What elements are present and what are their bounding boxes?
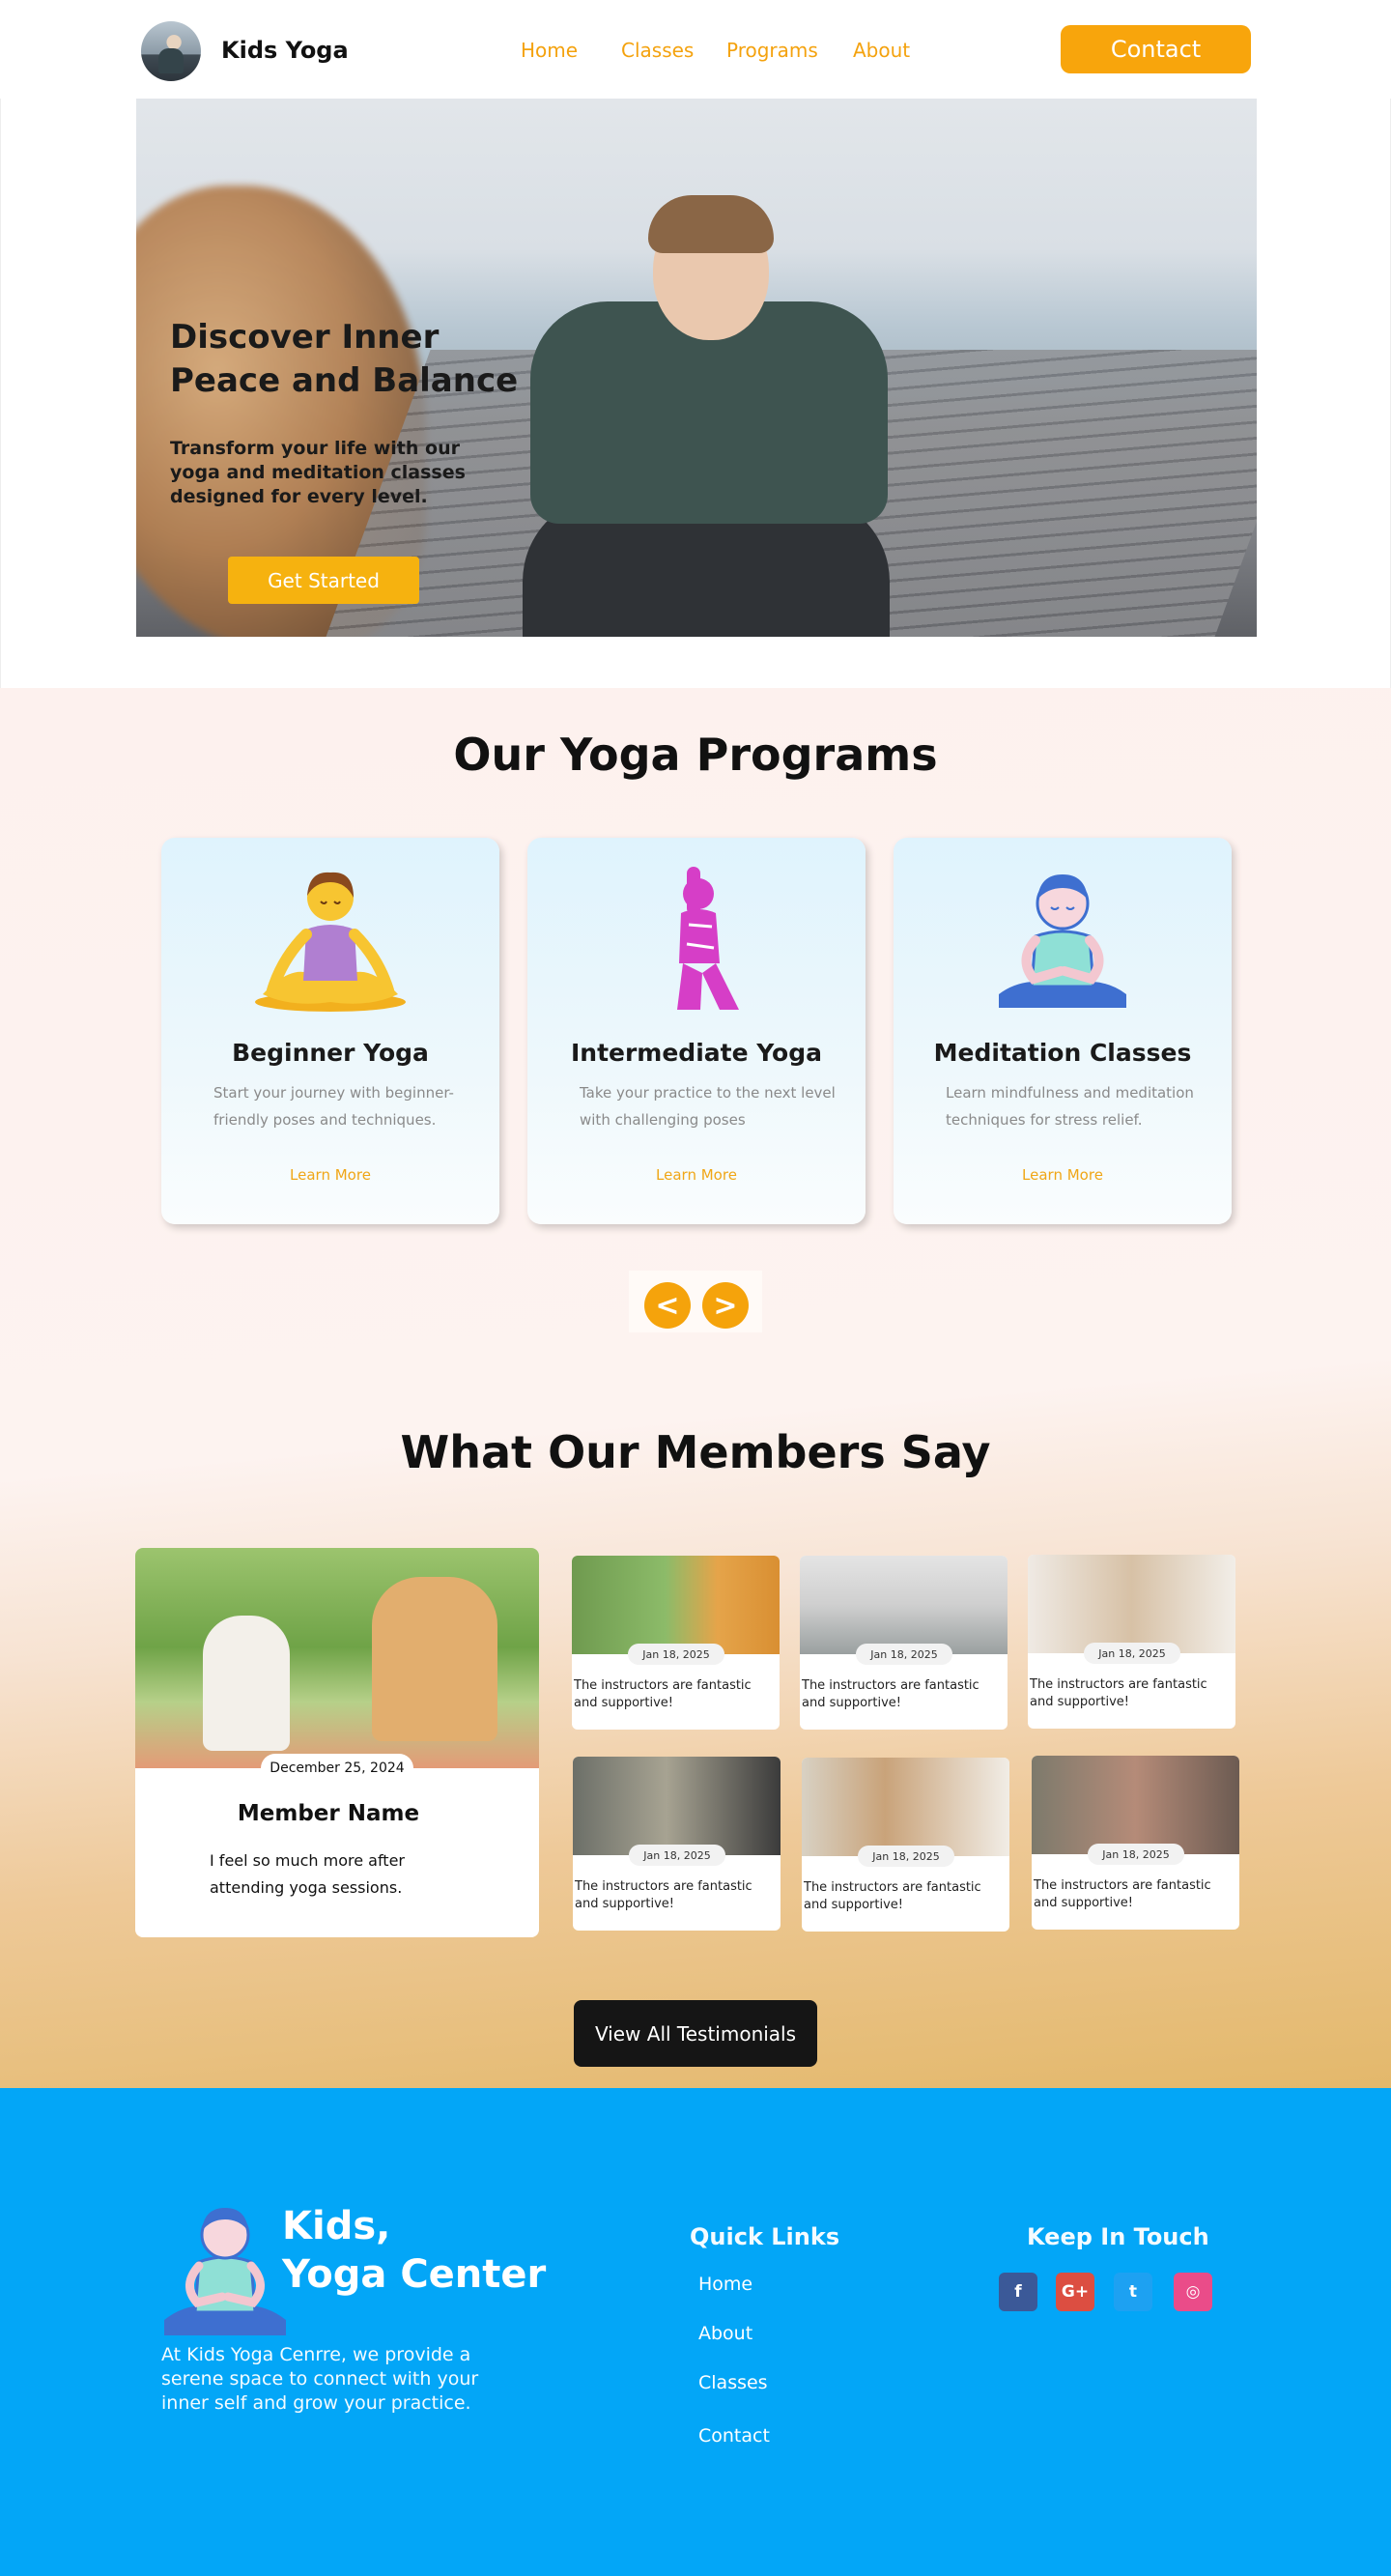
hero-title: Discover Inner Peace and Balance [170, 318, 519, 400]
program-title: Meditation Classes [933, 1039, 1192, 1067]
program-card-beginner: Beginner Yoga Start your journey with be… [161, 838, 499, 1224]
featured-testimonial: December 25, 2024 Member Name I feel so … [135, 1548, 539, 1937]
testimonial-text: The instructors are fantastic and suppor… [804, 1880, 981, 1912]
testimonial-text: The instructors are fantastic and suppor… [1034, 1878, 1211, 1910]
testimonial-text: The instructors are fantastic and suppor… [574, 1678, 752, 1710]
testimonial-card: Jan 18, 2025 The instructors are fantast… [1032, 1756, 1239, 1930]
quick-links-title: Quick Links [690, 2223, 840, 2250]
testimonial-photo [573, 1757, 781, 1855]
testimonial-photo [1032, 1756, 1239, 1854]
testimonial-card: Jan 18, 2025 The instructors are fantast… [802, 1758, 1009, 1932]
google-plus-icon[interactable]: G+ [1056, 2273, 1094, 2311]
get-started-button[interactable]: Get Started [228, 557, 419, 604]
site-header: Kids Yoga Home Classes Programs About Co… [0, 0, 1391, 99]
meditating-person-icon [164, 2208, 286, 2335]
facebook-icon[interactable]: f [999, 2273, 1037, 2311]
program-title: Intermediate Yoga [570, 1039, 823, 1067]
yoga-pose-icon [677, 867, 739, 1010]
testimonial-date: Jan 18, 2025 [858, 1846, 954, 1867]
testimonial-date: Jan 18, 2025 [856, 1644, 952, 1665]
nav-home[interactable]: Home [521, 39, 578, 62]
testimonial-photo [135, 1548, 539, 1768]
testimonial-text: The instructors are fantastic and suppor… [575, 1879, 752, 1911]
testimonial-date: Jan 18, 2025 [629, 1845, 725, 1866]
testimonial-quote: I feel so much more after attending yoga… [210, 1851, 405, 1897]
site-footer: Kids, Yoga Center At Kids Yoga Cenrre, w… [0, 2088, 1391, 2576]
testimonial-card: Jan 18, 2025 The instructors are fantast… [1028, 1555, 1235, 1729]
program-card-meditation: Meditation Classes Learn mindfulness and… [894, 838, 1232, 1224]
view-all-testimonials-button[interactable]: View All Testimonials [574, 2000, 817, 2067]
carousel-controls: < > [629, 1271, 762, 1332]
brand-name[interactable]: Kids Yoga [221, 37, 349, 64]
dribbble-icon[interactable]: ◎ [1174, 2273, 1212, 2311]
program-description: Start your journey with beginner-friendl… [213, 1084, 454, 1129]
testimonial-date: December 25, 2024 [261, 1754, 413, 1783]
testimonial-date: Jan 18, 2025 [1088, 1844, 1184, 1865]
testimonial-text: The instructors are fantastic and suppor… [802, 1678, 979, 1710]
meditating-woman-icon [255, 872, 406, 1012]
footer-about: At Kids Yoga Cenrre, we provide a serene… [161, 2344, 479, 2414]
program-card-intermediate: Intermediate Yoga Take your practice to … [527, 838, 866, 1224]
footer-brand: Kids, Yoga Center [282, 2202, 546, 2299]
testimonial-photo [802, 1758, 1009, 1856]
footer-brand-line1: Kids, [282, 2204, 391, 2248]
learn-more-link[interactable]: Learn More [894, 1166, 1232, 1184]
testimonial-text: The instructors are fantastic and suppor… [1030, 1677, 1207, 1709]
keep-in-touch-title: Keep In Touch [1027, 2223, 1209, 2250]
meditating-person-icon [999, 874, 1126, 1008]
learn-more-link[interactable]: Learn More [527, 1166, 866, 1184]
testimonial-photo [1028, 1555, 1235, 1653]
program-title: Beginner Yoga [232, 1039, 429, 1067]
hero-subtitle: Transform your life with our yoga and me… [170, 438, 466, 507]
testimonial-date: Jan 18, 2025 [628, 1644, 724, 1665]
footer-link-home[interactable]: Home [698, 2274, 752, 2295]
twitter-icon[interactable]: t [1114, 2273, 1152, 2311]
programs-title: Our Yoga Programs [453, 729, 938, 781]
testimonial-card: Jan 18, 2025 The instructors are fantast… [572, 1556, 780, 1730]
testimonial-photo [572, 1556, 780, 1654]
nav-classes[interactable]: Classes [621, 39, 694, 62]
member-name: Member Name [237, 1801, 420, 1826]
footer-link-about[interactable]: About [698, 2323, 752, 2344]
content-area: Our Yoga Programs Beginner Yoga Start yo… [0, 688, 1391, 2088]
program-description: Learn mindfulness and meditation techniq… [946, 1084, 1194, 1129]
testimonial-date: Jan 18, 2025 [1084, 1643, 1180, 1664]
footer-brand-line2: Yoga Center [282, 2252, 547, 2297]
contact-button[interactable]: Contact [1061, 25, 1251, 73]
testimonial-card: Jan 18, 2025 The instructors are fantast… [573, 1757, 781, 1931]
testimonial-card: Jan 18, 2025 The instructors are fantast… [800, 1556, 1008, 1730]
nav-about[interactable]: About [853, 39, 910, 62]
testimonials-title: What Our Members Say [400, 1426, 991, 1478]
hero-section: Discover Inner Peace and Balance Transfo… [0, 99, 1391, 688]
carousel-next-button[interactable]: > [702, 1282, 749, 1329]
testimonial-photo [800, 1556, 1008, 1654]
program-description: Take your practice to the next level wit… [580, 1084, 836, 1129]
footer-link-contact[interactable]: Contact [698, 2425, 770, 2447]
carousel-prev-button[interactable]: < [644, 1282, 691, 1329]
nav-programs[interactable]: Programs [726, 39, 818, 62]
learn-more-link[interactable]: Learn More [161, 1166, 499, 1184]
logo-avatar[interactable] [141, 21, 201, 81]
footer-link-classes[interactable]: Classes [698, 2372, 768, 2393]
